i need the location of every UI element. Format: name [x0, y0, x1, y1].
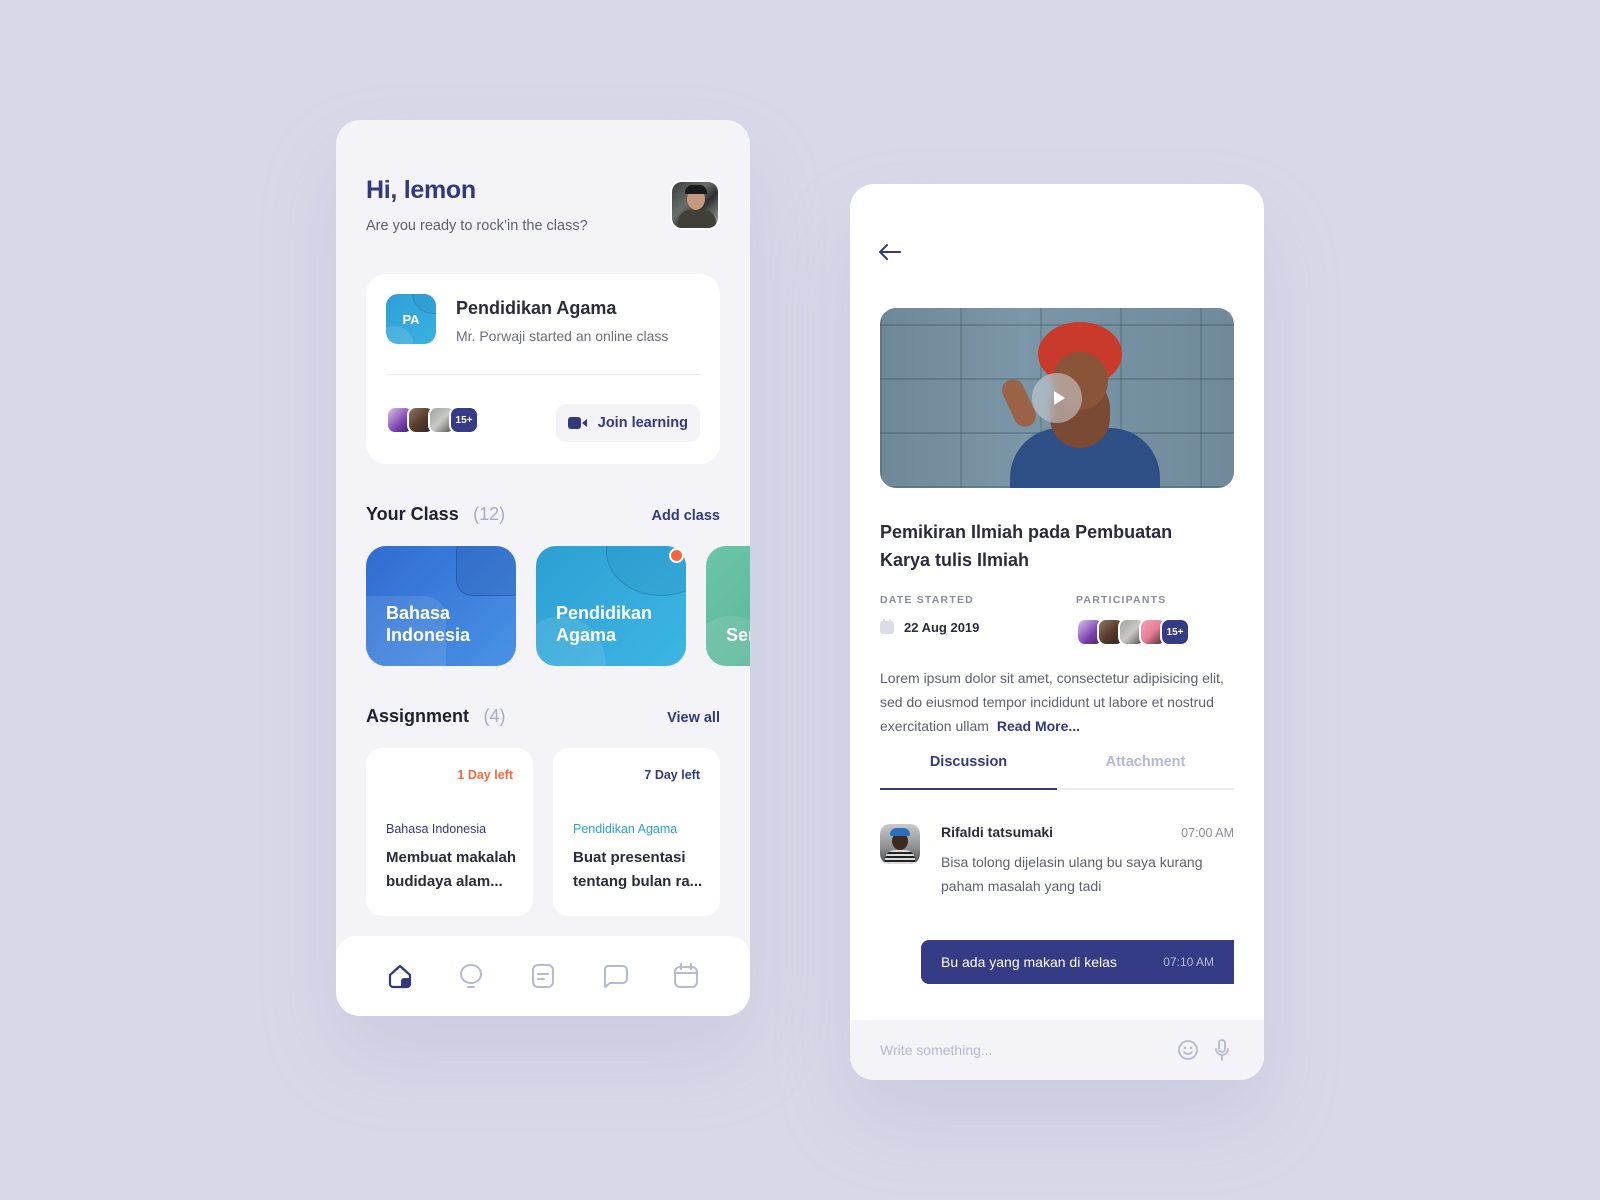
class-detail-screen: Pemikiran Ilmiah pada Pembuatan Karya tu…: [850, 184, 1264, 1080]
comment-time: 07:00 AM: [1181, 826, 1234, 840]
bell-icon: [460, 963, 483, 988]
back-button[interactable]: [878, 242, 906, 262]
nav-messages[interactable]: [595, 956, 635, 996]
participant-avatars[interactable]: 15+: [386, 406, 479, 434]
document-icon: [531, 964, 554, 988]
arrow-left-icon: [879, 244, 901, 260]
detail-tabs: Discussion Attachment: [880, 748, 1234, 790]
participant-avatars[interactable]: 15+: [1076, 618, 1190, 646]
assignment-card[interactable]: 1 Day left Bahasa Indonesia Membuat maka…: [366, 748, 533, 916]
date-started-value: 22 Aug 2019: [904, 620, 980, 635]
video-camera-icon: [567, 417, 588, 429]
date-started: 22 Aug 2019: [880, 619, 980, 635]
greeting-subtitle: Are you ready to rock’in the class?: [366, 218, 588, 234]
lesson-video[interactable]: [880, 308, 1234, 488]
tab-attachment[interactable]: Attachment: [1057, 748, 1234, 788]
greeting-title: Hi, lemon: [366, 176, 476, 204]
assignment-due: 7 Day left: [644, 768, 700, 782]
my-message-text: Bu ada yang makan di kelas: [941, 954, 1117, 970]
message-input[interactable]: [880, 1042, 1166, 1058]
assignment-subject: Pendidikan Agama: [573, 822, 678, 836]
chat-icon: [603, 965, 628, 988]
tab-discussion[interactable]: Discussion: [880, 748, 1057, 790]
assignment-due: 1 Day left: [457, 768, 513, 782]
notification-dot: [669, 548, 684, 563]
emoji-button[interactable]: [1176, 1038, 1200, 1062]
add-class-link[interactable]: Add class: [652, 508, 721, 524]
home-icon: [388, 964, 411, 989]
smiley-icon: [1178, 1040, 1198, 1060]
view-all-link[interactable]: View all: [667, 710, 720, 726]
profile-avatar[interactable]: [670, 180, 720, 230]
comment-author-avatar[interactable]: [880, 824, 920, 864]
your-class-title: Your Class: [366, 504, 459, 524]
my-message-time: 07:10 AM: [1163, 955, 1214, 969]
class-card-label: Seni Budaya: [726, 625, 750, 645]
nav-notifications[interactable]: [451, 956, 491, 996]
class-card-bahasa-indonesia[interactable]: Bahasa Indonesia: [366, 546, 516, 666]
my-message-bubble: Bu ada yang makan di kelas 07:10 AM: [921, 940, 1234, 984]
divider: [386, 374, 700, 375]
home-screen: Hi, lemon Are you ready to rock’in the c…: [336, 120, 750, 1016]
your-class-count: (12): [473, 504, 506, 524]
class-card-seni-budaya[interactable]: Seni Budaya: [706, 546, 750, 666]
message-composer: [850, 1020, 1264, 1080]
join-learning-label: Join learning: [597, 415, 688, 431]
class-card-label: Pendidikan Agama: [556, 603, 653, 645]
voice-button[interactable]: [1210, 1038, 1234, 1062]
class-card-label: Bahasa Indonesia: [386, 603, 471, 645]
nav-home[interactable]: [380, 956, 420, 996]
comment-text: Bisa tolong dijelasin ulang bu saya kura…: [941, 854, 1203, 894]
nav-assignments[interactable]: [523, 956, 563, 996]
nav-calendar[interactable]: [666, 956, 706, 996]
join-learning-button[interactable]: Join learning: [555, 404, 700, 442]
bottom-nav: [336, 936, 750, 1016]
assignment-card[interactable]: 7 Day left Pendidikan Agama Buat present…: [553, 748, 720, 916]
participants-label: PARTICIPANTS: [1076, 594, 1167, 606]
live-class-subtitle: Mr. Porwaji started an online class: [456, 328, 669, 344]
participant-more-count: 15+: [449, 406, 479, 434]
participant-more-count: 15+: [1160, 618, 1190, 646]
play-icon[interactable]: [1032, 373, 1082, 423]
live-class-title: Pendidikan Agama: [456, 298, 617, 318]
live-class-card[interactable]: PA Pendidikan Agama Mr. Porwaji started …: [366, 274, 720, 464]
class-badge-text: PA: [402, 311, 420, 327]
date-started-label: DATE STARTED: [880, 594, 974, 606]
class-card-pendidikan-agama[interactable]: Pendidikan Agama: [536, 546, 686, 666]
assignment-subject: Bahasa Indonesia: [386, 822, 487, 836]
lesson-description: Lorem ipsum dolor sit amet, consectetur …: [880, 666, 1236, 738]
class-badge: PA: [386, 294, 436, 344]
your-class-header: Your Class (12) Add class: [366, 504, 720, 525]
assignment-task: Membuat makalah budidaya alam...: [386, 849, 517, 890]
assignment-count: (4): [483, 706, 506, 726]
calendar-icon: [674, 963, 699, 988]
calendar-icon: [880, 619, 894, 634]
assignment-header: Assignment (4) View all: [366, 706, 720, 727]
assignment-task: Buat presentasi tentang bulan ra...: [573, 849, 703, 890]
comment-author: Rifaldi tatsumaki: [941, 824, 1054, 840]
read-more-link[interactable]: Read More...: [997, 718, 1080, 734]
lesson-title: Pemikiran Ilmiah pada Pembuatan Karya tu…: [880, 522, 1173, 570]
class-carousel[interactable]: Bahasa Indonesia Pendidikan Agama Seni B…: [366, 546, 750, 666]
assignment-title: Assignment: [366, 706, 470, 726]
microphone-icon: [1215, 1039, 1229, 1061]
